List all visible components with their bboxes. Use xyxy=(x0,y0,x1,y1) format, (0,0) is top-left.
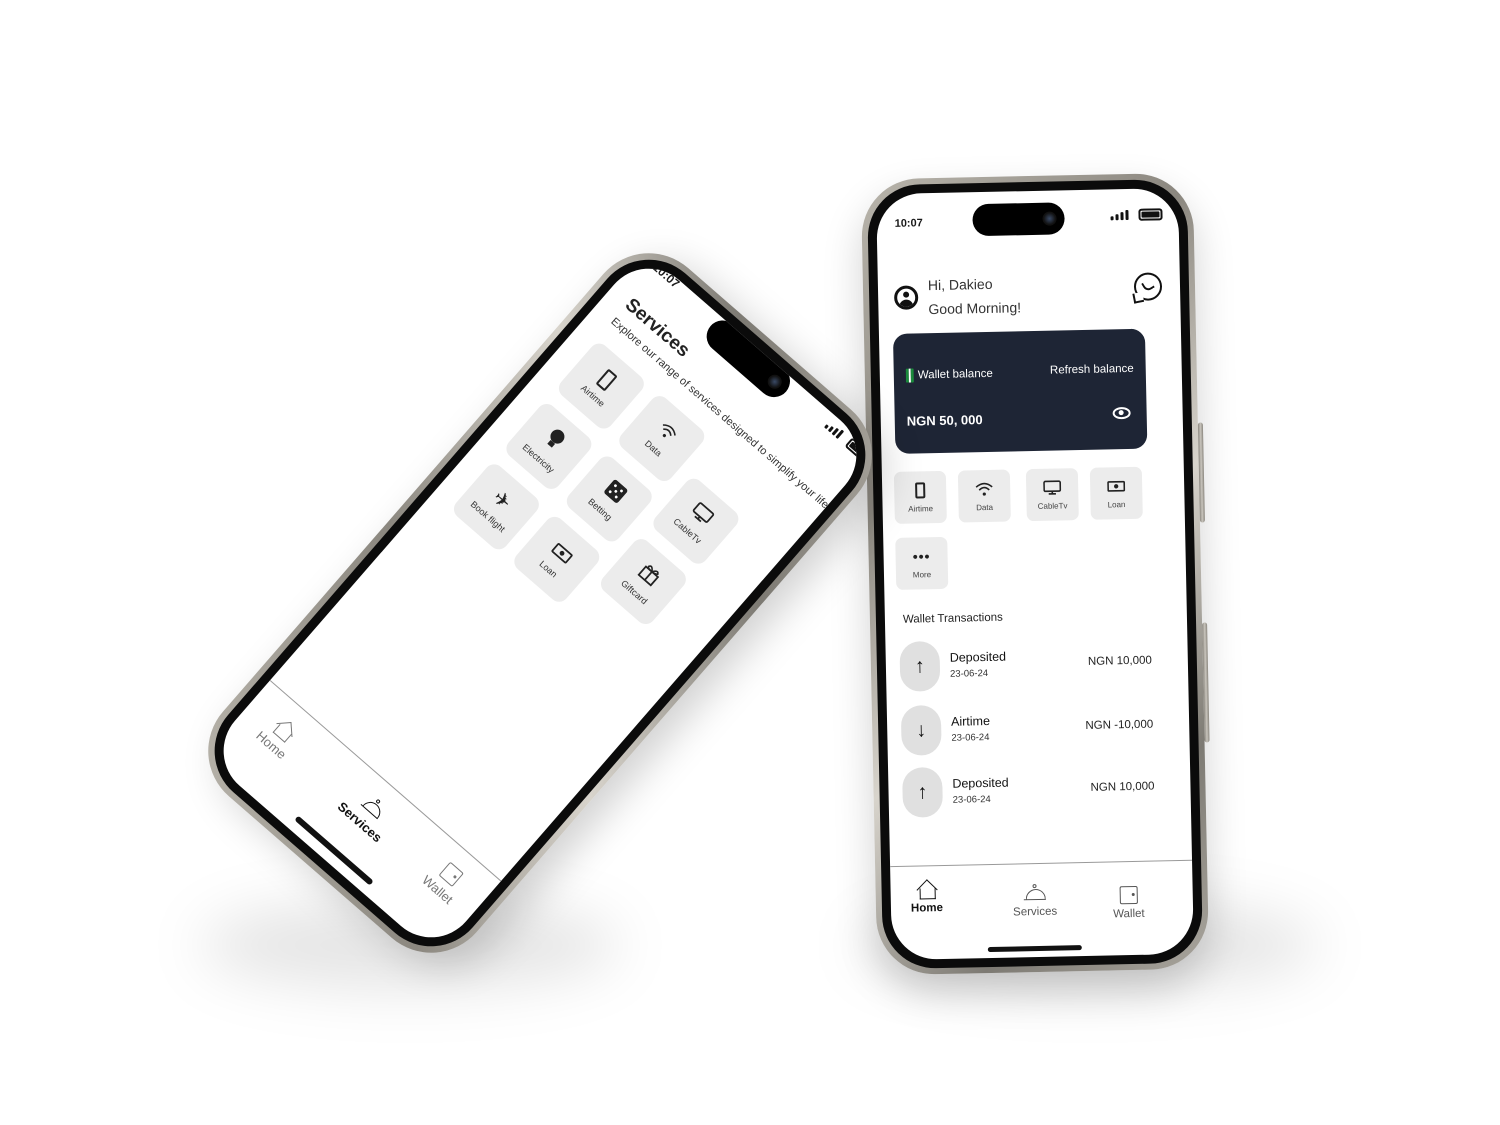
transaction-row[interactable]: ↓ Airtime 23-06-24 NGN -10,000 xyxy=(900,700,1158,756)
refresh-balance-button[interactable]: Refresh balance xyxy=(1050,363,1134,377)
wallet-card: Wallet balance Refresh balance NGN 50, 0… xyxy=(892,328,1148,454)
transaction-row[interactable]: ↑ Deposited 23-06-24 NGN 10,000 xyxy=(899,636,1156,692)
wifi-icon xyxy=(975,480,993,498)
transaction-date: 23-06-24 xyxy=(952,793,991,806)
phone-icon xyxy=(911,481,929,499)
wallet-icon xyxy=(1119,885,1138,905)
service-betting[interactable]: Betting xyxy=(562,452,656,546)
quick-action-loan[interactable]: Loan xyxy=(1089,466,1143,520)
quick-action-label: Loan xyxy=(1107,500,1126,510)
status-time: 10:07 xyxy=(650,260,683,291)
quick-action-label: Airtime xyxy=(908,504,934,514)
phone-right: 10:07 Hi, Dakieo Good Morning! Wallet ba… xyxy=(860,172,1210,976)
side-button xyxy=(1197,422,1205,523)
tv-icon xyxy=(687,501,715,529)
signal-icon xyxy=(1110,209,1129,221)
service-data[interactable]: Data xyxy=(615,391,709,486)
greeting-text: Hi, Dakieo Good Morning! xyxy=(928,271,1022,321)
greeting-name: Hi, Dakieo xyxy=(927,275,993,294)
service-label: Data xyxy=(642,438,664,459)
transaction-amount: NGN 10,000 xyxy=(1087,654,1152,668)
tab-home[interactable]: Home xyxy=(910,880,943,915)
more-icon: ••• xyxy=(912,548,931,565)
transaction-amount: NGN 10,000 xyxy=(1090,780,1155,794)
home-icon xyxy=(916,880,936,898)
quick-actions: Airtime Data CableTv Loan ••• More xyxy=(893,466,1156,590)
signal-icon xyxy=(823,420,845,440)
transaction-title: Deposited xyxy=(952,775,1009,791)
dice-icon xyxy=(601,479,629,507)
camera-icon xyxy=(1042,211,1057,226)
wallet-balance-value: NGN 50, 000 xyxy=(906,412,983,429)
battery-icon xyxy=(844,437,871,463)
service-cabletv[interactable]: CableTv xyxy=(649,474,743,568)
bell-icon xyxy=(1025,884,1045,902)
tab-services[interactable]: Services xyxy=(1012,884,1057,919)
nigeria-flag-icon xyxy=(905,368,914,383)
phone-bezel: 10:07 Hi, Dakieo Good Morning! Wallet ba… xyxy=(866,178,1204,970)
tv-icon xyxy=(1043,478,1062,496)
service-giftcard[interactable]: Giftcard xyxy=(596,535,690,629)
phone-frame: 10:07 Services Explore our range of serv… xyxy=(183,228,897,978)
quick-action-airtime[interactable]: Airtime xyxy=(893,470,947,524)
greeting: Hi, Dakieo Good Morning! xyxy=(893,271,1022,322)
transaction-amount: NGN -10,000 xyxy=(1085,718,1154,732)
quick-action-data[interactable]: Data xyxy=(957,469,1011,523)
tab-wallet[interactable]: Wallet xyxy=(1113,885,1145,921)
phone-left: 10:07 Services Explore our range of serv… xyxy=(183,228,897,978)
service-loan[interactable]: Loan xyxy=(510,512,604,606)
home-screen: 10:07 Hi, Dakieo Good Morning! Wallet ba… xyxy=(876,187,1194,961)
services-screen: 10:07 Services Explore our range of serv… xyxy=(204,249,876,957)
tab-services[interactable]: Services xyxy=(335,782,400,845)
cash-icon xyxy=(548,539,576,567)
wifi-icon xyxy=(654,419,681,446)
quick-action-cabletv[interactable]: CableTv xyxy=(1025,468,1079,522)
home-indicator xyxy=(987,945,1082,953)
tab-label: Home xyxy=(910,902,944,915)
arrow-down-icon: ↓ xyxy=(900,705,942,756)
transaction-title: Airtime xyxy=(950,713,991,729)
quick-action-label: More xyxy=(912,570,932,580)
side-button xyxy=(1202,622,1210,743)
avatar-icon[interactable] xyxy=(893,285,919,310)
tab-home[interactable]: Home xyxy=(253,711,303,762)
whatsapp-icon[interactable] xyxy=(1133,272,1163,301)
bulb-icon xyxy=(540,425,569,455)
dynamic-island xyxy=(700,313,797,404)
greeting-message: Good Morning! xyxy=(928,299,1022,318)
transactions-title: Wallet Transactions xyxy=(902,611,1003,626)
transaction-date: 23-06-24 xyxy=(949,668,989,680)
quick-action-label: Data xyxy=(976,502,994,513)
status-bar: 10:07 xyxy=(876,188,1179,244)
status-time: 10:07 xyxy=(894,217,923,230)
transaction-row[interactable]: ↑ Deposited 23-06-24 NGN 10,000 xyxy=(902,762,1159,818)
gift-icon xyxy=(635,561,663,589)
transaction-date: 23-06-24 xyxy=(951,731,990,744)
services-screen-content: 10:07 Services Explore our range of serv… xyxy=(204,250,876,957)
tab-label: Services xyxy=(1012,905,1058,919)
quick-action-label: CableTv xyxy=(1037,501,1068,511)
tab-label: Wallet xyxy=(1113,907,1145,921)
cash-icon xyxy=(1107,477,1126,495)
phone-icon xyxy=(595,368,618,392)
quick-action-more[interactable]: ••• More xyxy=(895,536,949,590)
transaction-title: Deposited xyxy=(949,649,1007,665)
tab-bar: Home Services Wallet xyxy=(890,859,1194,961)
plane-icon: ✈ xyxy=(488,486,516,515)
dynamic-island xyxy=(972,202,1065,237)
eye-icon[interactable] xyxy=(1112,406,1131,420)
arrow-up-icon: ↑ xyxy=(902,766,944,818)
arrow-up-icon: ↑ xyxy=(899,641,941,692)
phone-bezel: 10:07 Services Explore our range of serv… xyxy=(192,237,888,969)
battery-icon xyxy=(1138,208,1163,221)
camera-icon xyxy=(764,371,785,392)
tab-wallet[interactable]: Wallet xyxy=(419,856,470,907)
wallet-balance-label: Wallet balance xyxy=(917,367,993,382)
